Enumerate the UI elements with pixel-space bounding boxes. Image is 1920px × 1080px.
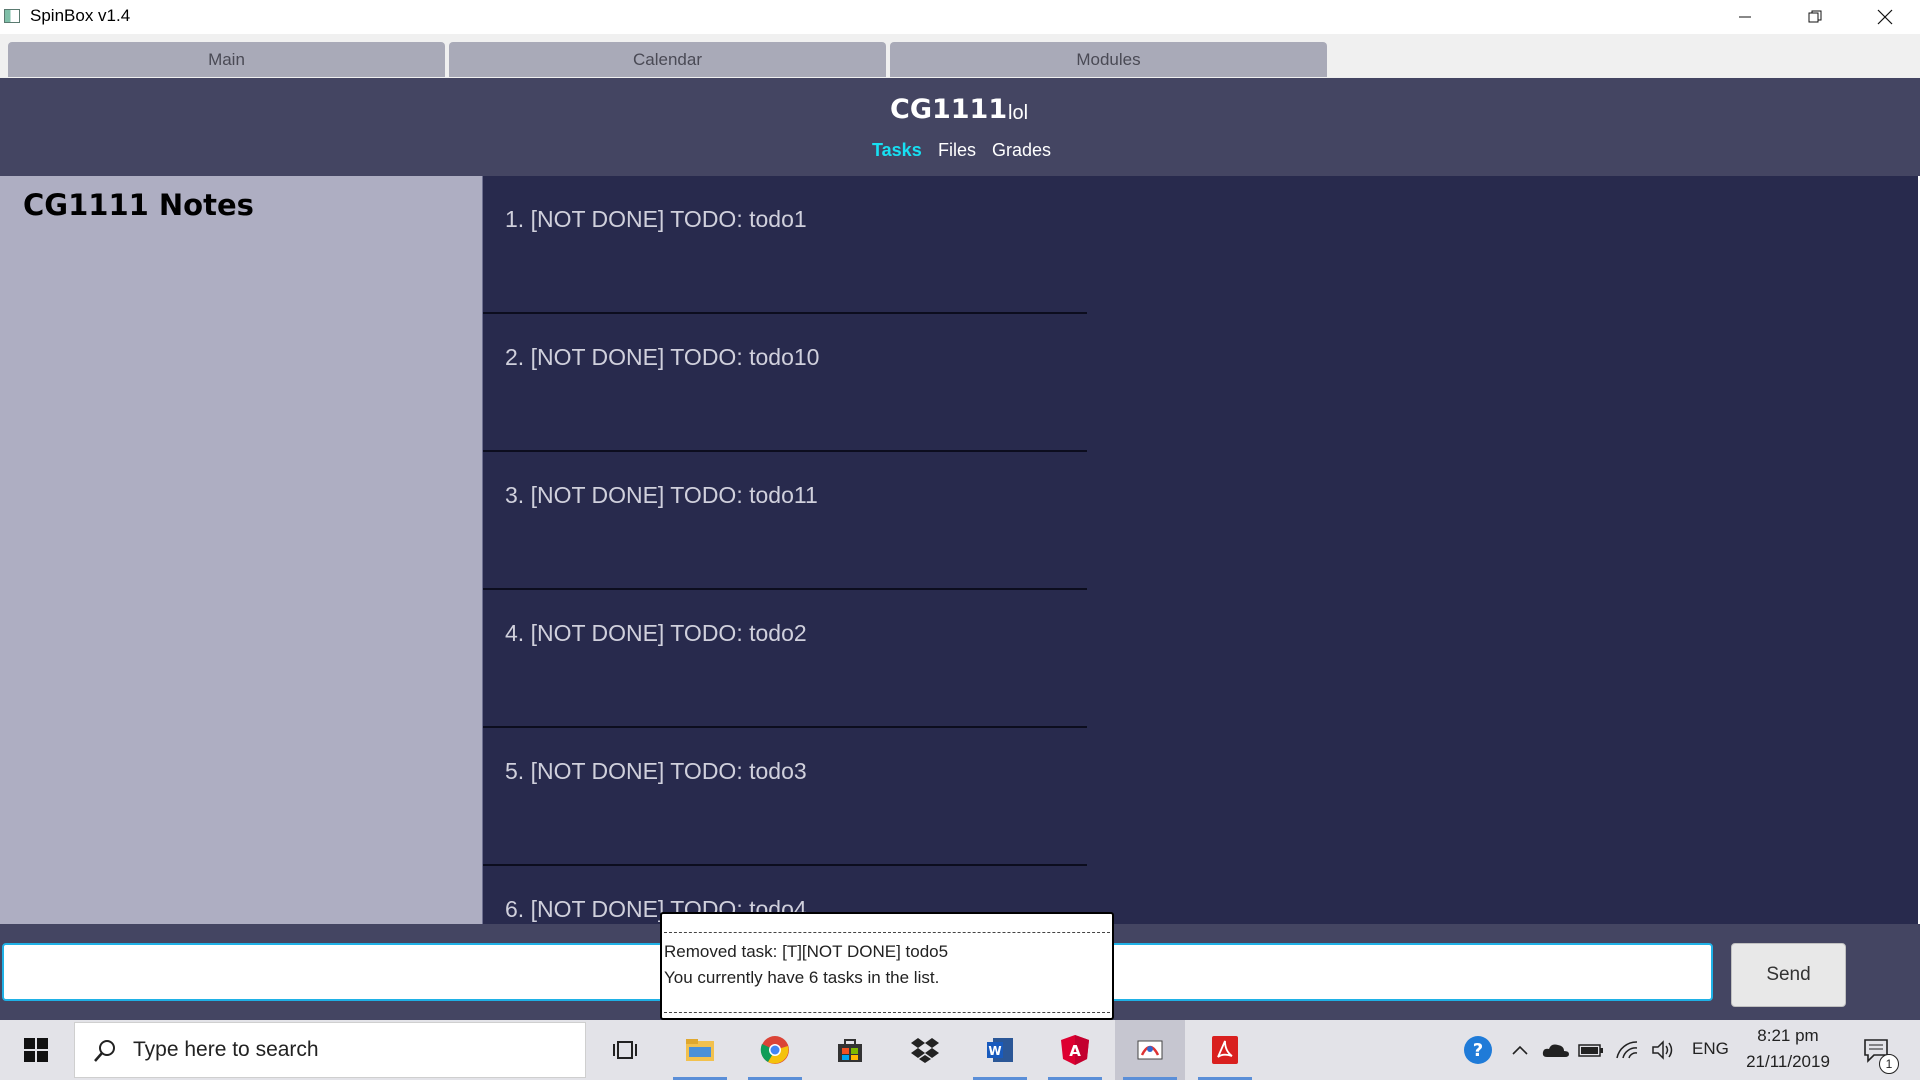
module-header: CG1111 lol Tasks Files Grades <box>0 78 1920 176</box>
chrome-icon[interactable] <box>740 1020 810 1080</box>
task-item[interactable]: 5. [NOT DONE] TODO: todo3 <box>483 728 1087 866</box>
restore-icon <box>1808 10 1822 23</box>
clock-date[interactable]: 21/11/2019 <box>1740 1052 1836 1072</box>
task-list[interactable]: 1. [NOT DONE] TODO: todo1 2. [NOT DONE] … <box>482 176 1919 924</box>
help-icon[interactable]: ? <box>1458 1020 1498 1080</box>
module-tab-tasks[interactable]: Tasks <box>872 140 922 161</box>
task-item[interactable]: 1. [NOT DONE] TODO: todo1 <box>483 176 1087 314</box>
dropbox-icon[interactable] <box>890 1020 960 1080</box>
search-placeholder: Type here to search <box>133 1038 319 1061</box>
svg-text:W: W <box>988 1044 1001 1058</box>
minimize-button[interactable] <box>1710 0 1780 34</box>
word-icon[interactable]: W <box>965 1020 1035 1080</box>
wifi-icon[interactable] <box>1612 1020 1642 1080</box>
language-indicator[interactable]: ENG <box>1692 1039 1729 1059</box>
task-text: 3. [NOT DONE] TODO: todo11 <box>505 482 818 508</box>
chevron-up-icon[interactable] <box>1508 1020 1532 1080</box>
notes-title: CG1111 Notes <box>23 188 254 222</box>
close-button[interactable] <box>1850 0 1920 34</box>
module-tab-grades[interactable]: Grades <box>992 140 1051 161</box>
tab-modules[interactable]: Modules <box>890 42 1327 77</box>
app-icon <box>4 9 20 23</box>
restore-button[interactable] <box>1780 0 1850 34</box>
minimize-icon <box>1739 16 1751 18</box>
task-text: 5. [NOT DONE] TODO: todo3 <box>505 758 807 784</box>
module-tab-files[interactable]: Files <box>938 140 976 161</box>
task-view-icon[interactable] <box>590 1020 660 1080</box>
main-tab-bar: Main Calendar Modules <box>0 34 1920 79</box>
battery-icon[interactable] <box>1576 1020 1606 1080</box>
windows-taskbar: Type here to search W A ? ENG 8:21 pm 21… <box>0 1020 1920 1080</box>
windows-logo-icon <box>24 1038 48 1062</box>
window-title: SpinBox v1.4 <box>30 6 131 25</box>
window-titlebar: SpinBox v1.4 <box>0 0 1920 34</box>
send-button[interactable]: Send <box>1731 943 1846 1007</box>
task-item[interactable]: 2. [NOT DONE] TODO: todo10 <box>483 314 1087 452</box>
acrobat-icon[interactable] <box>1190 1020 1260 1080</box>
clock-time[interactable]: 8:21 pm <box>1740 1026 1836 1046</box>
search-icon <box>94 1040 115 1062</box>
notification-count-badge: 1 <box>1879 1054 1899 1074</box>
file-explorer-icon[interactable] <box>665 1020 735 1080</box>
svg-text:?: ? <box>1473 1040 1483 1061</box>
angular-icon[interactable]: A <box>1040 1020 1110 1080</box>
popup-line-count: You currently have 6 tasks in the list. <box>664 968 940 987</box>
popup-divider <box>664 1012 1110 1013</box>
module-name: lol <box>1008 102 1029 124</box>
tab-calendar[interactable]: Calendar <box>449 42 886 77</box>
start-button[interactable] <box>0 1020 72 1080</box>
task-item[interactable]: 3. [NOT DONE] TODO: todo11 <box>483 452 1087 590</box>
response-popup: Removed task: [T][NOT DONE] todo5 You cu… <box>660 912 1114 1020</box>
tab-main[interactable]: Main <box>8 42 445 77</box>
taskbar-search[interactable]: Type here to search <box>74 1022 586 1078</box>
close-icon <box>1877 9 1893 25</box>
task-text: 1. [NOT DONE] TODO: todo1 <box>505 206 807 232</box>
svg-text:A: A <box>1069 1042 1081 1060</box>
store-icon[interactable] <box>815 1020 885 1080</box>
popup-divider <box>664 932 1110 933</box>
volume-icon[interactable] <box>1648 1020 1678 1080</box>
notes-panel: CG1111 Notes <box>0 176 482 924</box>
task-text: 4. [NOT DONE] TODO: todo2 <box>505 620 807 646</box>
popup-line-removed: Removed task: [T][NOT DONE] todo5 <box>664 942 949 961</box>
onedrive-icon[interactable] <box>1540 1020 1572 1080</box>
task-item[interactable]: 4. [NOT DONE] TODO: todo2 <box>483 590 1087 728</box>
java-app-icon[interactable] <box>1115 1020 1185 1080</box>
module-code: CG1111 <box>890 94 1008 125</box>
task-text: 2. [NOT DONE] TODO: todo10 <box>505 344 820 370</box>
